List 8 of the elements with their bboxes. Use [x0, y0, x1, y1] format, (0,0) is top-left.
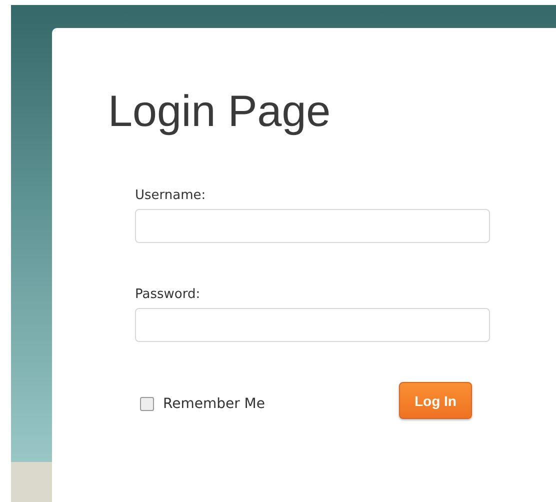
input-field[interactable]: [135, 308, 490, 342]
login-button[interactable]: Log In: [399, 382, 472, 419]
input-field[interactable]: [135, 209, 490, 243]
checkbox[interactable]: [140, 396, 154, 410]
checkbox-label: Remember Me: [163, 396, 265, 412]
field-label: Password:: [135, 287, 202, 303]
page-title: Login Page: [108, 86, 332, 138]
field-label: Username:: [135, 188, 207, 204]
